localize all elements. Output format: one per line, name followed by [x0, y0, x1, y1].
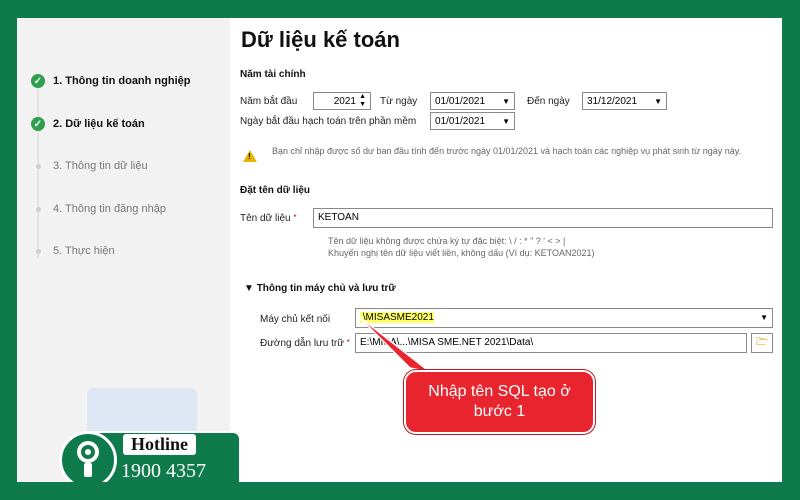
hotline-number: 1900 4357 — [121, 460, 206, 482]
callout-text: Nhập tên SQL tạo ở bước 1 — [428, 383, 571, 420]
callout-pointer — [356, 314, 431, 373]
hotline-badge[interactable]: Hotline 1900 4357 — [57, 428, 241, 482]
setup-window: ✓ 1. Thông tin doanh nghiệp ✓ 2. Dữ liệu… — [17, 18, 782, 482]
callout-bubble: Nhập tên SQL tạo ở bước 1 — [404, 370, 595, 434]
phone-icon — [59, 431, 117, 482]
hotline-label: Hotline — [123, 434, 196, 455]
